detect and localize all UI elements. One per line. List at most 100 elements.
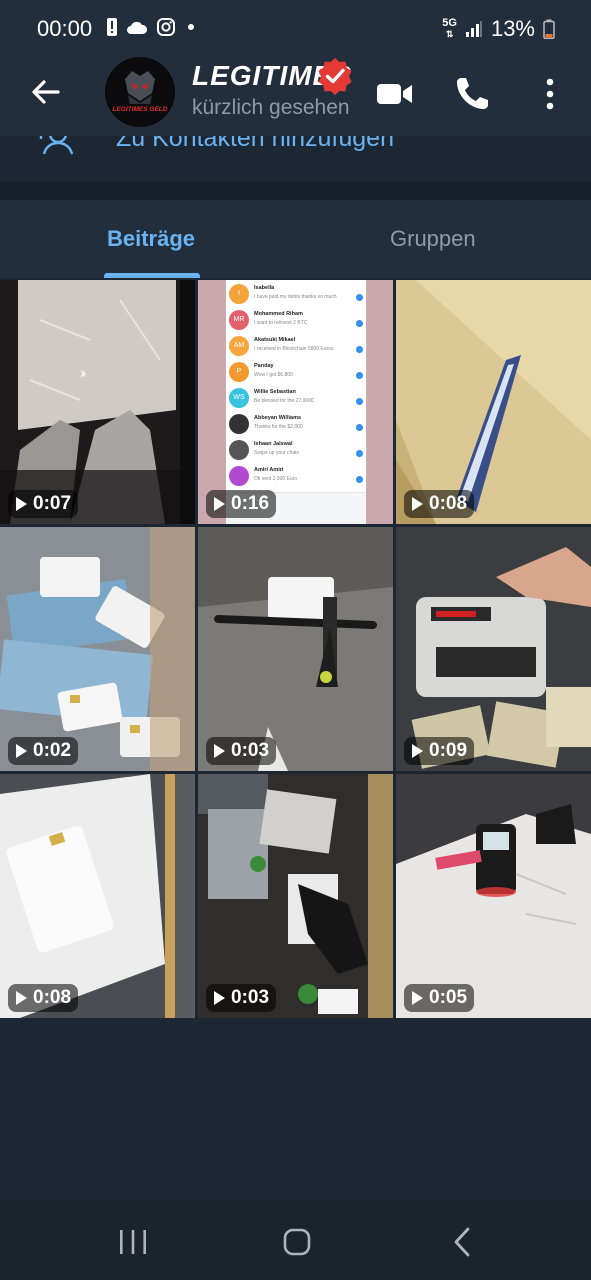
chat-preview-unread-dot	[356, 294, 363, 301]
chat-preview-row: WS Willie Sebastian Be blessed for the 27,…	[226, 386, 366, 410]
status-bar: 00:00 5G ⇅ 13%	[0, 0, 591, 56]
video-duration-badge: 0:05	[404, 984, 475, 1012]
media-item[interactable]: 0:05	[396, 774, 591, 1018]
video-duration: 0:07	[33, 493, 72, 514]
chat-preview-avatar: I	[229, 284, 249, 304]
media-item[interactable]: 0:09	[396, 527, 591, 771]
back-arrow-icon[interactable]	[28, 74, 64, 110]
chat-preview-name: Willie Sebastian	[254, 389, 296, 395]
media-item[interactable]: 0:03	[198, 774, 393, 1018]
play-icon	[16, 744, 27, 758]
chat-preview-avatar: WS	[229, 388, 249, 408]
chat-preview-row: I Isabella I have paid my debts thanks so …	[226, 282, 366, 306]
video-thumb-card-envelope-icon	[0, 774, 195, 1018]
chat-preview-unread-dot	[356, 320, 363, 327]
play-icon	[214, 991, 225, 1005]
chat-preview-unread-dot	[356, 476, 363, 483]
phone-call-icon[interactable]	[452, 74, 492, 114]
chat-preview-avatar	[229, 440, 249, 460]
video-thumb-banknotes-cards-icon	[0, 527, 195, 771]
verified-badge-icon	[318, 58, 352, 95]
chat-preview-unread-dot	[356, 450, 363, 457]
chat-preview-name: Panday	[254, 363, 274, 369]
video-duration: 0:16	[231, 493, 270, 514]
media-item[interactable]: 0:08	[396, 280, 591, 524]
video-duration-badge: 0:07	[8, 490, 79, 518]
add-contact-icon	[39, 136, 74, 155]
tab-posts[interactable]: Beiträge	[107, 226, 195, 252]
video-thumb-scooter-card-icon	[198, 527, 393, 771]
chat-preview-avatar: P	[229, 362, 249, 382]
video-duration: 0:05	[429, 987, 468, 1008]
video-duration-badge: 0:03	[206, 984, 277, 1012]
media-item[interactable]: 0:02	[0, 527, 195, 771]
chat-preview-avatar	[229, 414, 249, 434]
tab-groups[interactable]: Gruppen	[390, 226, 476, 252]
video-duration-badge: 0:02	[8, 737, 79, 765]
video-duration: 0:08	[429, 493, 468, 514]
chat-preview-text: Wow I got $6,800	[254, 372, 293, 378]
media-item[interactable]: I Isabella I have paid my debts thanks so …	[198, 280, 393, 524]
play-icon	[412, 991, 423, 1005]
video-thumb-card-terminal-icon	[396, 774, 591, 1018]
chat-preview-row: MR Mohammed Riham I want to reinvest 2 BTC	[226, 308, 366, 332]
system-nav-bar	[0, 1200, 591, 1280]
chat-preview-avatar: MR	[229, 310, 249, 330]
home-icon[interactable]	[277, 1224, 317, 1260]
chat-preview-row: Abbeyan Williams Thanks for the $2,800	[226, 412, 366, 436]
chat-preview-text: Swipe up your chats	[254, 450, 300, 456]
video-duration: 0:09	[429, 740, 468, 761]
chat-preview-name: Akatsuki Mikael	[254, 337, 296, 343]
chat-preview-text: Thanks for the $2,800	[254, 424, 303, 430]
chat-preview-name: Mohammed Riham	[254, 311, 303, 317]
chat-preview-name: Amiri Amiri	[254, 467, 284, 473]
chat-subtitle: kürzlich gesehen	[192, 96, 350, 119]
media-item[interactable]: 0:07	[0, 280, 195, 524]
play-icon	[214, 497, 225, 511]
chat-preview-name: Ishaan Jaiswal	[254, 441, 293, 447]
network-type: 5G	[442, 17, 457, 29]
add-to-contacts-row[interactable]: Zu Kontakten hinzufügen	[0, 136, 591, 182]
avatar-logo-icon	[105, 57, 175, 127]
cloud-icon	[127, 21, 148, 34]
battery-level: 13%	[490, 16, 535, 41]
video-duration: 0:02	[33, 740, 72, 761]
video-duration-badge: 0:08	[404, 490, 475, 518]
chat-preview-row: P Panday Wow I got $6,800	[226, 360, 366, 384]
status-right: 5G ⇅ 13%	[442, 16, 555, 42]
play-icon	[16, 497, 27, 511]
recent-apps-icon[interactable]	[113, 1224, 153, 1260]
chat-preview-unread-dot	[356, 346, 363, 353]
back-nav-icon[interactable]	[443, 1224, 483, 1260]
video-duration-badge: 0:03	[206, 737, 277, 765]
avatar-text: LEGITIMES GELD	[112, 106, 168, 113]
chat-preview-unread-dot	[356, 424, 363, 431]
chat-preview-name: Isabella	[254, 285, 275, 291]
chat-preview-row: Amiri Amiri Ok sent 2,000 Euro	[226, 464, 366, 488]
media-tabs: Beiträge Gruppen	[0, 200, 591, 278]
add-to-contacts-label: Zu Kontakten hinzufügen	[116, 136, 394, 152]
chat-preview-name: Abbeyan Williams	[254, 415, 302, 421]
instagram-icon	[157, 18, 175, 36]
avatar[interactable]: LEGITIMES GELD	[105, 57, 175, 127]
video-duration: 0:03	[231, 987, 270, 1008]
signal-icon	[465, 21, 482, 37]
video-duration: 0:08	[33, 987, 72, 1008]
status-notification-icons	[106, 17, 198, 37]
video-thumb-chatlist-icon: I Isabella I have paid my debts thanks so …	[198, 280, 393, 524]
more-options-icon[interactable]	[530, 74, 570, 114]
media-item[interactable]: 0:03	[198, 527, 393, 771]
video-call-icon[interactable]	[375, 74, 415, 114]
chat-preview-avatar: AM	[229, 336, 249, 356]
chat-preview-unread-dot	[356, 372, 363, 379]
video-thumb-legs-icon	[0, 280, 195, 524]
video-thumb-counting-machine-icon	[396, 527, 591, 771]
chat-header: LEGITIMES GELD LEGITIMES GELD kürzlich g…	[0, 56, 591, 136]
active-tab-indicator	[104, 273, 200, 278]
section-divider	[0, 182, 591, 200]
media-item[interactable]: 0:08	[0, 774, 195, 1018]
chat-preview-text: I want to reinvest 2 BTC	[254, 320, 308, 326]
play-icon	[412, 497, 423, 511]
video-duration-badge: 0:09	[404, 737, 475, 765]
chat-preview-text: Be blessed for the 27,000€	[254, 398, 314, 404]
